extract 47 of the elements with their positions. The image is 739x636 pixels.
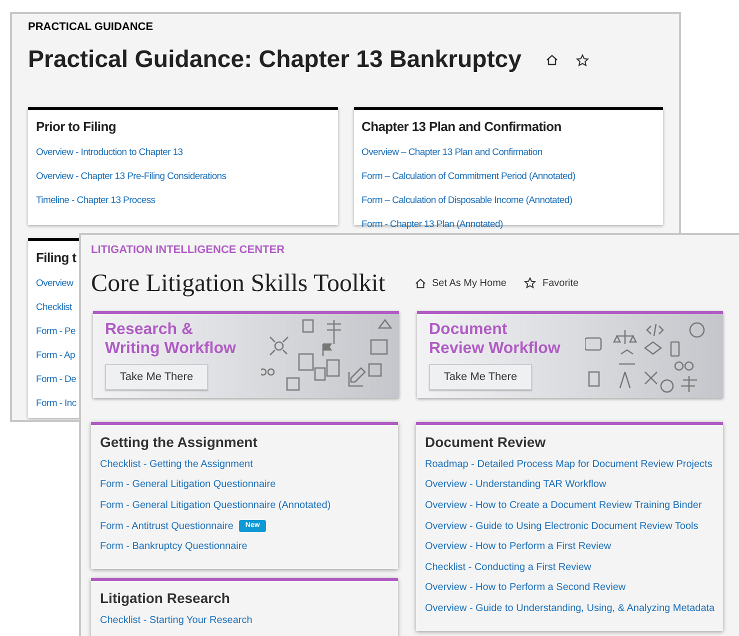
- set-home-button[interactable]: Set As My Home: [415, 276, 506, 291]
- banner-title: Research & Writing Workflow: [105, 320, 237, 358]
- link[interactable]: Checklist - Starting Your Research: [100, 612, 252, 628]
- card-title: Litigation Research: [100, 588, 231, 608]
- link[interactable]: Form - Ap: [36, 350, 76, 362]
- card-title: Getting the Assignment: [100, 433, 258, 452]
- card-title: Chapter 13 Plan and Confirmation: [362, 118, 562, 136]
- link[interactable]: Checklist - Conducting a First Review: [425, 560, 592, 575]
- home-icon[interactable]: [546, 54, 558, 66]
- star-icon[interactable]: [576, 54, 588, 66]
- section-label: LITIGATION INTELLIGENCE CENTER: [91, 243, 286, 258]
- link[interactable]: Form - De: [36, 374, 76, 386]
- link[interactable]: Overview - Understanding TAR Workflow: [425, 477, 606, 492]
- banner-title: Document Review Workflow: [429, 320, 562, 358]
- link[interactable]: Form – Calculation of Disposable Income (Annotated): [362, 195, 572, 207]
- link[interactable]: Form - Bankruptcy Questionnaire: [100, 539, 248, 554]
- link[interactable]: Overview - How to Create a Document Review Training Binder: [425, 498, 702, 513]
- star-icon: [524, 277, 536, 290]
- take-me-there-button[interactable]: Take Me There: [429, 364, 532, 390]
- link[interactable]: Overview - Guide to Using Electronic Document Review Tools: [425, 518, 698, 534]
- link[interactable]: Form - General Litigation Questionnaire: [100, 477, 276, 492]
- page-title: Practical Guidance: Chapter 13 Bankruptcy: [28, 45, 522, 75]
- link[interactable]: Form - Antitrust Questionnaire: [100, 518, 234, 534]
- link[interactable]: Overview - How to Perform a First Review: [425, 539, 612, 554]
- link[interactable]: Form - Pe: [36, 326, 76, 338]
- link[interactable]: Form - General Litigation Questionnaire (Annotated): [100, 498, 331, 513]
- link[interactable]: Overview - How to Perform a Second Review: [425, 580, 626, 596]
- card-title: Prior to Filing: [36, 118, 116, 136]
- take-me-there-button[interactable]: Take Me There: [105, 364, 208, 390]
- card-title: Filing t: [36, 249, 76, 267]
- link[interactable]: Checklist: [36, 302, 72, 314]
- link[interactable]: Form - Chapter 13 Plan (Annotated): [362, 219, 503, 231]
- link[interactable]: Checklist - Getting the Assignment: [100, 456, 253, 472]
- section-label: PRACTICAL GUIDANCE: [28, 20, 154, 34]
- link[interactable]: Overview - Guide to Understanding, Using, & Analyzing Metadata: [425, 600, 715, 616]
- link[interactable]: Overview - Introduction to Chapter 13: [36, 147, 183, 159]
- link[interactable]: Roadmap - Detailed Process Map for Document Review Projects: [425, 456, 712, 472]
- card-title: Document Review: [425, 433, 547, 452]
- link[interactable]: Overview – Chapter 13 Plan and Confirmation: [362, 147, 542, 159]
- page-title: Core Litigation Skills Toolkit: [91, 268, 386, 298]
- favorite-button[interactable]: Favorite: [524, 276, 579, 291]
- home-icon: [415, 278, 426, 289]
- link[interactable]: Form – Calculation of Commitment Period (Annotated): [362, 171, 576, 183]
- link[interactable]: Form - Inc: [36, 398, 76, 410]
- link[interactable]: Overview: [36, 278, 74, 290]
- link[interactable]: Overview - Chapter 13 Pre-Filing Considerations: [36, 171, 226, 183]
- link[interactable]: Timeline - Chapter 13 Process: [36, 195, 156, 207]
